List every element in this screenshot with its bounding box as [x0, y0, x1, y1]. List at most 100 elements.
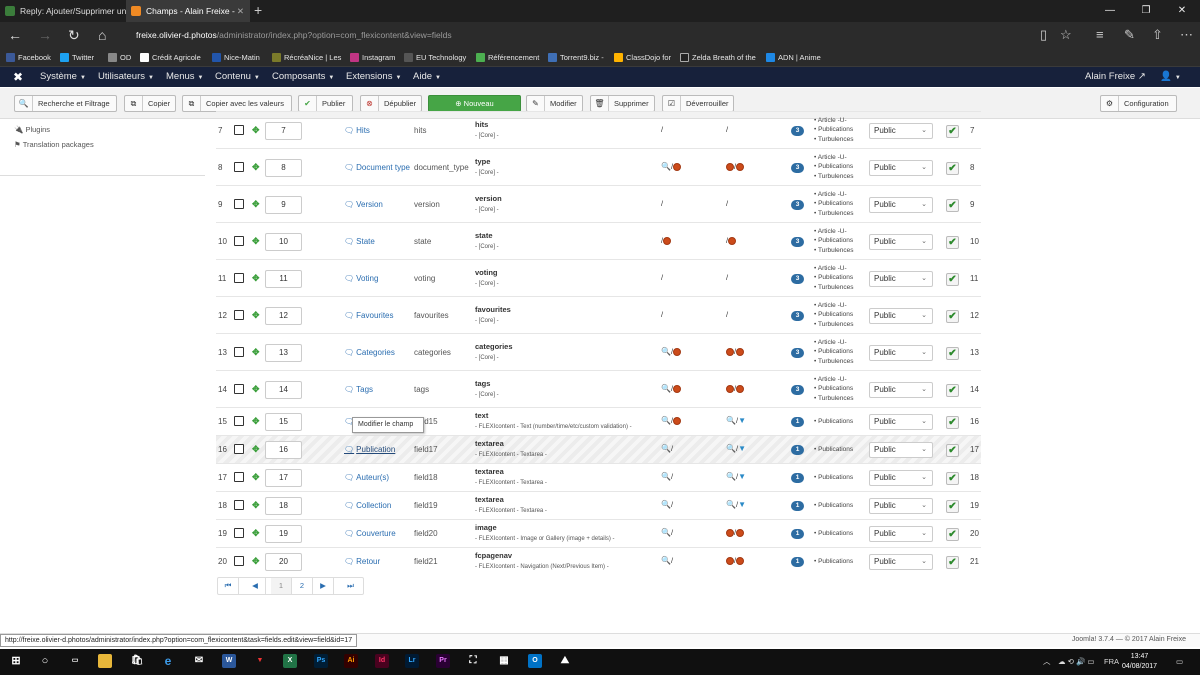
- field-label-link[interactable]: 🗨 Collection: [344, 501, 391, 510]
- illustrator-icon[interactable]: Ai: [344, 654, 358, 668]
- menu-help[interactable]: Aide ▼: [413, 67, 441, 88]
- cortana-icon[interactable]: ○: [38, 654, 52, 668]
- reading-view-icon[interactable]: ▯: [1040, 27, 1047, 43]
- access-select[interactable]: Public ⌄: [869, 270, 933, 287]
- published-toggle[interactable]: ✔: [946, 346, 959, 360]
- close-tab-icon[interactable]: ✕: [237, 0, 244, 22]
- windows-start-icon[interactable]: ⊞: [9, 654, 23, 668]
- new-button[interactable]: ⊕ Nouveau: [428, 95, 521, 112]
- field-label-link[interactable]: 🗨 Hits: [344, 126, 370, 135]
- row-checkbox[interactable]: [234, 124, 244, 135]
- row-checkbox[interactable]: [234, 309, 244, 320]
- field-label-link[interactable]: 🗨 Document type: [344, 163, 410, 172]
- last-page-button[interactable]: ⏭: [340, 578, 361, 594]
- field-label-link[interactable]: 🗨 Retour: [344, 557, 380, 566]
- field-label-link[interactable]: 🗨 Categories: [344, 348, 395, 357]
- premiere-icon[interactable]: Pr: [436, 654, 450, 668]
- copy-button[interactable]: ⧉ Copier: [124, 95, 176, 112]
- forward-icon[interactable]: →: [38, 27, 52, 43]
- filter-settings[interactable]: /: [726, 556, 745, 566]
- ordering-input[interactable]: 15: [265, 413, 302, 431]
- filter-settings[interactable]: /: [726, 528, 745, 538]
- minimize-icon[interactable]: —: [1092, 0, 1128, 22]
- ordering-input[interactable]: 19: [265, 525, 302, 543]
- edit-button[interactable]: ✎ Modifier: [526, 95, 583, 112]
- bookmark-item[interactable]: Facebook: [6, 48, 51, 67]
- row-checkbox[interactable]: [234, 444, 244, 454]
- file-explorer-icon[interactable]: [98, 654, 112, 668]
- search-settings[interactable]: 🔍/: [661, 556, 673, 565]
- field-label-link[interactable]: 🗨 Tags: [344, 385, 373, 394]
- access-select[interactable]: Public ⌄: [869, 233, 933, 250]
- access-select[interactable]: Public ⌄: [869, 159, 933, 176]
- first-page-button[interactable]: ⏮: [218, 578, 239, 594]
- row-checkbox[interactable]: [234, 528, 244, 538]
- publish-button[interactable]: ✔ Publier: [298, 95, 353, 112]
- row-checkbox[interactable]: [234, 346, 244, 357]
- filter-settings[interactable]: 🔍/▼: [726, 416, 746, 425]
- access-select[interactable]: Public ⌄: [869, 442, 933, 458]
- field-label-link[interactable]: 🗨 State: [344, 237, 375, 246]
- page-2[interactable]: 2: [292, 578, 313, 594]
- field-label-link[interactable]: 🗨 Auteur(s): [344, 473, 389, 482]
- row-checkbox[interactable]: [234, 198, 244, 209]
- bookmark-item[interactable]: ClassDojo for: [614, 48, 671, 67]
- close-window-icon[interactable]: ✕: [1164, 0, 1200, 22]
- drag-handle-icon[interactable]: ✥: [252, 125, 260, 136]
- field-label-link[interactable]: 🗨 Voting: [344, 274, 378, 283]
- search-settings[interactable]: /: [661, 310, 663, 319]
- published-toggle[interactable]: ✔: [946, 272, 959, 286]
- access-select[interactable]: Public ⌄: [869, 526, 933, 542]
- bookmark-item[interactable]: ADN | Anime: [766, 48, 821, 67]
- bookmark-item[interactable]: Référencement: [476, 48, 539, 67]
- bookmark-item[interactable]: Instagram: [350, 48, 395, 67]
- filter-settings[interactable]: 🔍/▼: [726, 500, 746, 509]
- search-settings[interactable]: 🔍/: [661, 416, 682, 426]
- field-label-link[interactable]: 🗨 Favourites: [344, 311, 394, 320]
- ordering-input[interactable]: 13: [265, 343, 302, 362]
- access-select[interactable]: Public ⌄: [869, 498, 933, 514]
- search-settings[interactable]: /: [661, 273, 663, 282]
- ordering-input[interactable]: 12: [265, 306, 302, 325]
- favorite-star-icon[interactable]: ☆: [1060, 27, 1072, 43]
- browser-tab-reply[interactable]: Reply: Ajouter/Supprimer un: [0, 0, 126, 22]
- bookmark-item[interactable]: Crédit Agricole: [140, 48, 201, 67]
- hub-icon[interactable]: ≡: [1096, 27, 1104, 43]
- bookmark-item[interactable]: Nice-Matin: [212, 48, 260, 67]
- edge-icon[interactable]: e: [161, 654, 175, 668]
- search-settings[interactable]: 🔍/: [661, 444, 673, 453]
- refresh-icon[interactable]: ↻: [68, 27, 80, 43]
- drag-handle-icon[interactable]: ✥: [252, 384, 260, 395]
- access-select[interactable]: Public ⌄: [869, 554, 933, 570]
- published-toggle[interactable]: ✔: [946, 416, 959, 429]
- drag-handle-icon[interactable]: ✥: [252, 528, 260, 539]
- more-icon[interactable]: ⋯: [1180, 27, 1193, 43]
- store-icon[interactable]: 🛍: [130, 654, 144, 668]
- ordering-input[interactable]: 14: [265, 380, 302, 399]
- clock[interactable]: 13:47 04/08/2017: [1122, 652, 1157, 672]
- ordering-input[interactable]: 18: [265, 497, 302, 515]
- maximize-icon[interactable]: ❐: [1128, 0, 1164, 22]
- field-label-link[interactable]: 🗨 Publication: [344, 445, 395, 454]
- sidebar-item-translation[interactable]: ⚑ Translation packages: [14, 140, 94, 149]
- drag-handle-icon[interactable]: ✥: [252, 556, 260, 567]
- url-field[interactable]: freixe.olivier-d.photos/administrator/in…: [136, 30, 452, 40]
- published-toggle[interactable]: ✔: [946, 556, 959, 569]
- published-toggle[interactable]: ✔: [946, 528, 959, 541]
- published-toggle[interactable]: ✔: [946, 198, 959, 212]
- tray-chevron-icon[interactable]: ︿: [1043, 649, 1051, 675]
- field-label-link[interactable]: 🗨 Couverture: [344, 529, 396, 538]
- drag-handle-icon[interactable]: ✥: [252, 347, 260, 358]
- published-toggle[interactable]: ✔: [946, 444, 959, 457]
- access-select[interactable]: Public ⌄: [869, 344, 933, 361]
- search-settings[interactable]: 🔍/: [661, 528, 673, 537]
- row-checkbox[interactable]: [234, 272, 244, 283]
- search-settings[interactable]: /: [661, 125, 663, 134]
- row-checkbox[interactable]: [234, 500, 244, 510]
- search-settings[interactable]: 🔍/: [661, 472, 673, 481]
- menu-system[interactable]: Système ▼: [40, 67, 86, 88]
- new-tab-icon[interactable]: +: [254, 0, 262, 20]
- ordering-input[interactable]: 11: [265, 269, 302, 288]
- search-settings[interactable]: /: [661, 236, 672, 245]
- row-checkbox[interactable]: [234, 161, 244, 172]
